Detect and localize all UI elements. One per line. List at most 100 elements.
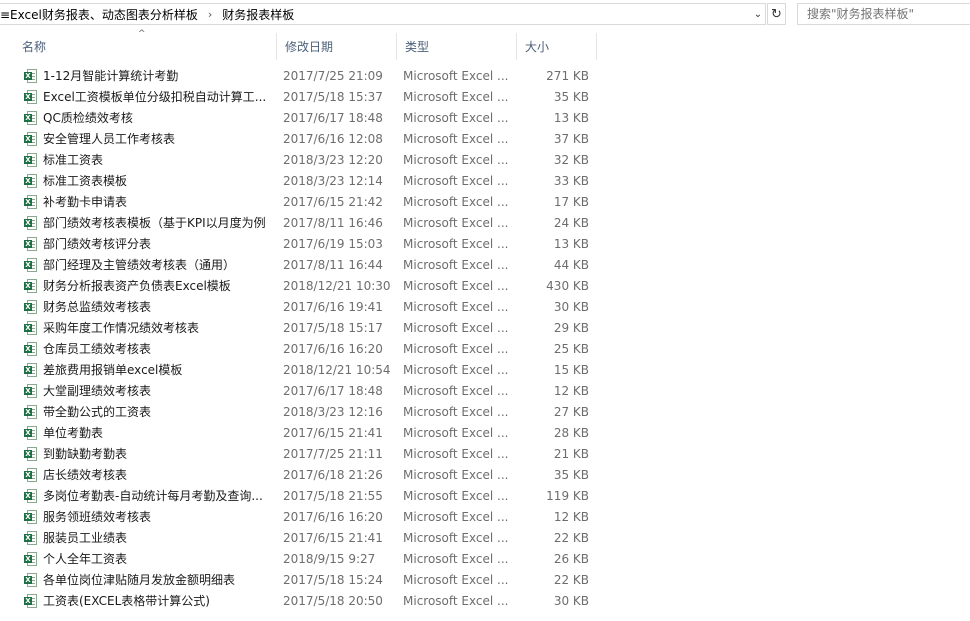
file-type: Microsoft Excel ... [403, 68, 509, 83]
file-name: 1-12月智能计算统计考勤 [43, 69, 179, 83]
file-row[interactable]: X 服装员工业绩表 2017/6/15 21:41 Microsoft Excel .… [14, 527, 614, 548]
file-name-cell[interactable]: X QC质检绩效考核 [14, 109, 277, 126]
file-date: 2018/3/23 12:20 [283, 152, 383, 167]
excel-badge: X [24, 134, 32, 143]
file-row[interactable]: X 多岗位考勤表-自动统计每月考勤及查询... 2017/5/18 21:55 Mic… [14, 485, 614, 506]
file-name-cell[interactable]: X 到勤缺勤考勤表 [14, 445, 277, 462]
file-type: Microsoft Excel ... [403, 110, 509, 125]
file-row[interactable]: X 大堂副理绩效考核表 2017/6/17 18:48 Microsoft Excel… [14, 380, 614, 401]
file-size: 35 KB [553, 467, 589, 482]
file-row[interactable]: X 1-12月智能计算统计考勤 2017/7/25 21:09 Microsoft E… [14, 65, 614, 86]
file-name-cell[interactable]: X 部门绩效考核表模板（基于KPI以月度为例 [14, 214, 277, 231]
file-row[interactable]: X 财务总监绩效考核表 2017/6/16 19:41 Microsoft Excel… [14, 296, 614, 317]
file-row[interactable]: X 补考勤卡申请表 2017/6/15 21:42 Microsoft Excel .… [14, 191, 614, 212]
file-name-cell[interactable]: X 采购年度工作情况绩效考核表 [14, 319, 277, 336]
file-row[interactable]: X 个人全年工资表 2018/9/15 9:27 Microsoft Excel ..… [14, 548, 614, 569]
file-row[interactable]: X 单位考勤表 2017/6/15 21:41 Microsoft Excel ...… [14, 422, 614, 443]
excel-file-icon: X [24, 488, 37, 503]
file-type: Microsoft Excel ... [403, 215, 509, 230]
file-name-cell[interactable]: X 多岗位考勤表-自动统计每月考勤及查询... [14, 487, 277, 504]
file-name: 单位考勤表 [43, 426, 104, 440]
excel-file-icon: X [24, 530, 37, 545]
file-name-cell[interactable]: X 标准工资表 [14, 151, 277, 168]
file-size: 28 KB [553, 425, 589, 440]
excel-file-icon: X [24, 131, 37, 146]
refresh-icon[interactable]: ↻ [767, 3, 786, 25]
file-name-cell[interactable]: X 服务领班绩效考核表 [14, 508, 277, 525]
file-size: 37 KB [553, 131, 589, 146]
file-type: Microsoft Excel ... [403, 383, 509, 398]
file-type: Microsoft Excel ... [403, 467, 509, 482]
file-name-cell[interactable]: X 差旅费用报销单excel模板 [14, 361, 277, 378]
file-name-cell[interactable]: X 大堂副理绩效考核表 [14, 382, 277, 399]
file-size: 26 KB [553, 551, 589, 566]
file-type: Microsoft Excel ... [403, 152, 509, 167]
file-name-cell[interactable]: X 补考勤卡申请表 [14, 193, 277, 210]
breadcrumb-separator-icon[interactable]: › [208, 8, 212, 21]
column-header-size[interactable]: 大小 [517, 33, 597, 60]
file-date: 2017/6/19 15:03 [283, 236, 383, 251]
file-row[interactable]: X 采购年度工作情况绩效考核表 2017/5/18 15:17 Microsoft E… [14, 317, 614, 338]
file-name-cell[interactable]: X 1-12月智能计算统计考勤 [14, 67, 277, 84]
file-name-cell[interactable]: X 店长绩效考核表 [14, 466, 277, 483]
file-type: Microsoft Excel ... [403, 173, 509, 188]
file-name: 补考勤卡申请表 [43, 195, 128, 209]
chevron-down-icon[interactable]: ⌄ [752, 7, 764, 21]
file-date: 2017/5/18 15:17 [283, 320, 383, 335]
file-row[interactable]: X Excel工资模板单位分级扣税自动计算工... 2017/5/18 15:37 M… [14, 86, 614, 107]
column-header-date[interactable]: 修改日期 [277, 33, 397, 60]
file-row[interactable]: X 仓库员工绩效考核表 2017/6/16 16:20 Microsoft Excel… [14, 338, 614, 359]
file-row[interactable]: X 部门经理及主管绩效考核表（通用） 2017/8/11 16:44 Microsof… [14, 254, 614, 275]
breadcrumb-parent[interactable]: ≡Excel财务报表、动态图表分析样板 [0, 6, 198, 23]
address-bar[interactable]: ≡Excel财务报表、动态图表分析样板 › 财务报表样板 [0, 3, 766, 25]
file-type: Microsoft Excel ... [403, 299, 509, 314]
file-row[interactable]: X 带全勤公式的工资表 2018/3/23 12:16 Microsoft Excel… [14, 401, 614, 422]
address-bar-area: ≡Excel财务报表、动态图表分析样板 › 财务报表样板 ⌄ ↻ [0, 0, 970, 29]
file-name-cell[interactable]: X 单位考勤表 [14, 424, 277, 441]
file-name-cell[interactable]: X 各单位岗位津贴随月发放金额明细表 [14, 571, 277, 588]
file-date: 2017/7/25 21:09 [283, 68, 383, 83]
file-name-cell[interactable]: X 财务分析报表资产负债表Excel模板 [14, 277, 277, 294]
excel-file-icon: X [24, 383, 37, 398]
file-row[interactable]: X 标准工资表模板 2018/3/23 12:14 Microsoft Excel .… [14, 170, 614, 191]
file-name-cell[interactable]: X 部门经理及主管绩效考核表（通用） [14, 256, 277, 273]
file-name-cell[interactable]: X 工资表(EXCEL表格带计算公式) [14, 592, 277, 609]
file-name-cell[interactable]: X 服装员工业绩表 [14, 529, 277, 546]
search-input[interactable] [797, 3, 970, 25]
file-name-cell[interactable]: X Excel工资模板单位分级扣税自动计算工... [14, 88, 277, 105]
file-name: 标准工资表模板 [43, 174, 128, 188]
file-row[interactable]: X 部门绩效考核评分表 2017/6/19 15:03 Microsoft Excel… [14, 233, 614, 254]
file-row[interactable]: X 财务分析报表资产负债表Excel模板 2018/12/21 10:30 Micro… [14, 275, 614, 296]
file-type: Microsoft Excel ... [403, 509, 509, 524]
file-row[interactable]: X 差旅费用报销单excel模板 2018/12/21 10:54 Microsoft… [14, 359, 614, 380]
breadcrumb-current[interactable]: 财务报表样板 [222, 6, 294, 23]
file-name: 到勤缺勤考勤表 [43, 447, 128, 461]
file-name-cell[interactable]: X 财务总监绩效考核表 [14, 298, 277, 315]
file-row[interactable]: X 标准工资表 2018/3/23 12:20 Microsoft Excel ...… [14, 149, 614, 170]
file-name-cell[interactable]: X 安全管理人员工作考核表 [14, 130, 277, 147]
file-name: 部门绩效考核评分表 [43, 237, 152, 251]
file-row[interactable]: X QC质检绩效考核 2017/6/17 18:48 Microsoft Excel … [14, 107, 614, 128]
file-row[interactable]: X 服务领班绩效考核表 2017/6/16 16:20 Microsoft Excel… [14, 506, 614, 527]
file-name-cell[interactable]: X 部门绩效考核评分表 [14, 235, 277, 252]
excel-badge: X [24, 218, 32, 227]
file-row[interactable]: X 安全管理人员工作考核表 2017/6/16 12:08 Microsoft Exc… [14, 128, 614, 149]
file-size: 13 KB [553, 236, 589, 251]
excel-badge: X [24, 386, 32, 395]
file-type: Microsoft Excel ... [403, 257, 509, 272]
file-name-cell[interactable]: X 带全勤公式的工资表 [14, 403, 277, 420]
file-row[interactable]: X 工资表(EXCEL表格带计算公式) 2017/5/18 20:50 Microso… [14, 590, 614, 611]
file-name: 采购年度工作情况绩效考核表 [43, 321, 200, 335]
column-header-name[interactable]: 名称 ^ [14, 29, 277, 60]
file-row[interactable]: X 到勤缺勤考勤表 2017/7/25 21:11 Microsoft Excel .… [14, 443, 614, 464]
file-row[interactable]: X 各单位岗位津贴随月发放金额明细表 2017/5/18 15:24 Microsof… [14, 569, 614, 590]
file-name: 带全勤公式的工资表 [43, 405, 152, 419]
file-row[interactable]: X 部门绩效考核表模板（基于KPI以月度为例 2017/8/11 16:46 Micr… [14, 212, 614, 233]
file-row[interactable]: X 店长绩效考核表 2017/6/18 21:26 Microsoft Excel .… [14, 464, 614, 485]
file-date: 2017/7/25 21:11 [283, 446, 383, 461]
file-name-cell[interactable]: X 仓库员工绩效考核表 [14, 340, 277, 357]
file-name-cell[interactable]: X 个人全年工资表 [14, 550, 277, 567]
file-name-cell[interactable]: X 标准工资表模板 [14, 172, 277, 189]
file-name: QC质检绩效考核 [43, 111, 133, 125]
column-header-type[interactable]: 类型 [397, 33, 517, 60]
